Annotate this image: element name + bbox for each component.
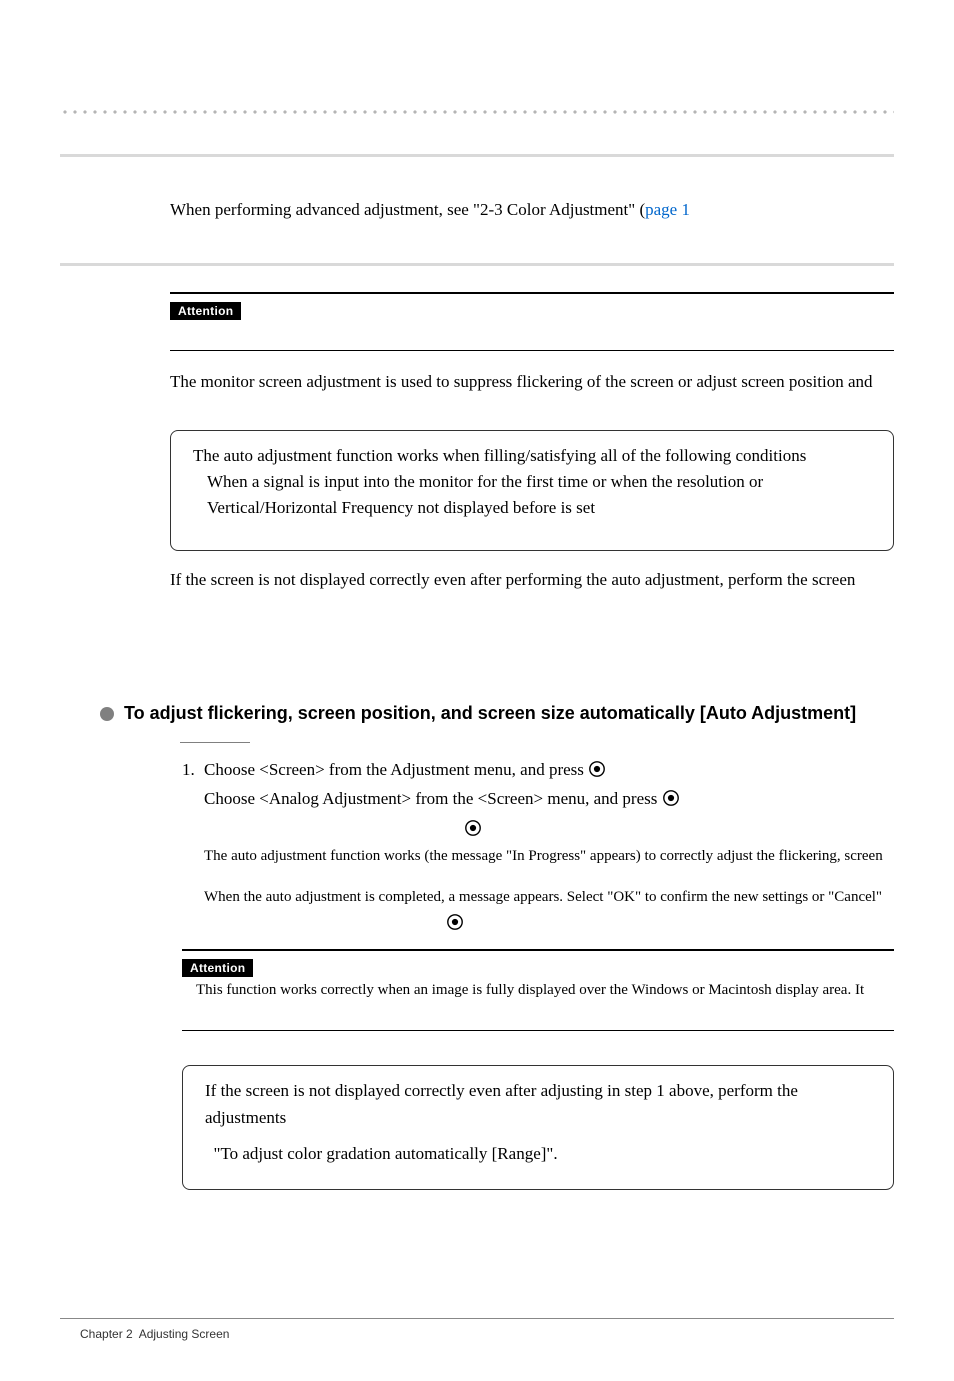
step-number: 1. [182,757,204,783]
attention-badge: Attention [182,959,253,977]
note-box: If the screen is not displayed correctly… [182,1065,894,1190]
black-rule [182,949,894,951]
box-line2: "To adjust color gradation automatically… [199,1141,877,1167]
step1-line2-row: Choose <Analog Adjustment> from the <Scr… [120,786,894,815]
sec22-block: Attention The monitor screen adjustment … [60,292,894,593]
enter-button-icon [662,789,680,815]
page-footer: Chapter 2 Adjusting Screen [60,1310,894,1341]
step1-line2: Choose <Analog Adjustment> from the <Scr… [204,789,662,808]
procedure-block: 1.Choose <Screen> from the Adjustment me… [120,742,894,1190]
footer-text: Chapter 2 Adjusting Screen [60,1327,894,1341]
sec21-text-pre: When performing advanced adjustment, see… [170,200,645,219]
step1-icon-row [120,816,894,845]
attention-badge: Attention [170,302,241,320]
step1-msg1: The auto adjustment function works (the … [120,845,894,868]
step1-line1: Choose <Screen> from the Adjustment menu… [204,760,588,779]
gray-rule [60,263,894,266]
note-line2: When a signal is input into the monitor … [187,469,877,522]
enter-button-icon [464,819,482,845]
enter-button-icon [588,760,606,786]
note-box: The auto adjustment function works when … [170,430,894,551]
sec22-after-note: If the screen is not displayed correctly… [170,567,894,593]
bullet-heading: To adjust flickering, screen position, a… [100,703,894,724]
box-line1: If the screen is not displayed correctly… [199,1078,877,1131]
page-link[interactable]: page 1 [645,200,690,219]
dotted-divider [60,110,894,114]
enter-button-icon [446,913,464,939]
footer-rule [60,1318,894,1319]
sec21-body: When performing advanced adjustment, see… [60,197,894,223]
page: When performing advanced adjustment, see… [0,0,954,1381]
black-rule [170,292,894,294]
gray-rule [60,154,894,157]
attention-text: This function works correctly when an im… [182,977,894,1002]
procedure-label-rule [180,742,250,743]
note-line1: The auto adjustment function works when … [187,443,877,469]
sec22-intro: The monitor screen adjustment is used to… [170,369,894,395]
bullet-disc-icon [100,707,114,721]
step1-msg2: When the auto adjustment is completed, a… [120,886,894,909]
step-1: 1.Choose <Screen> from the Adjustment me… [120,757,894,786]
bullet-title: To adjust flickering, screen position, a… [124,703,856,724]
step1-icon-row2 [120,910,894,939]
